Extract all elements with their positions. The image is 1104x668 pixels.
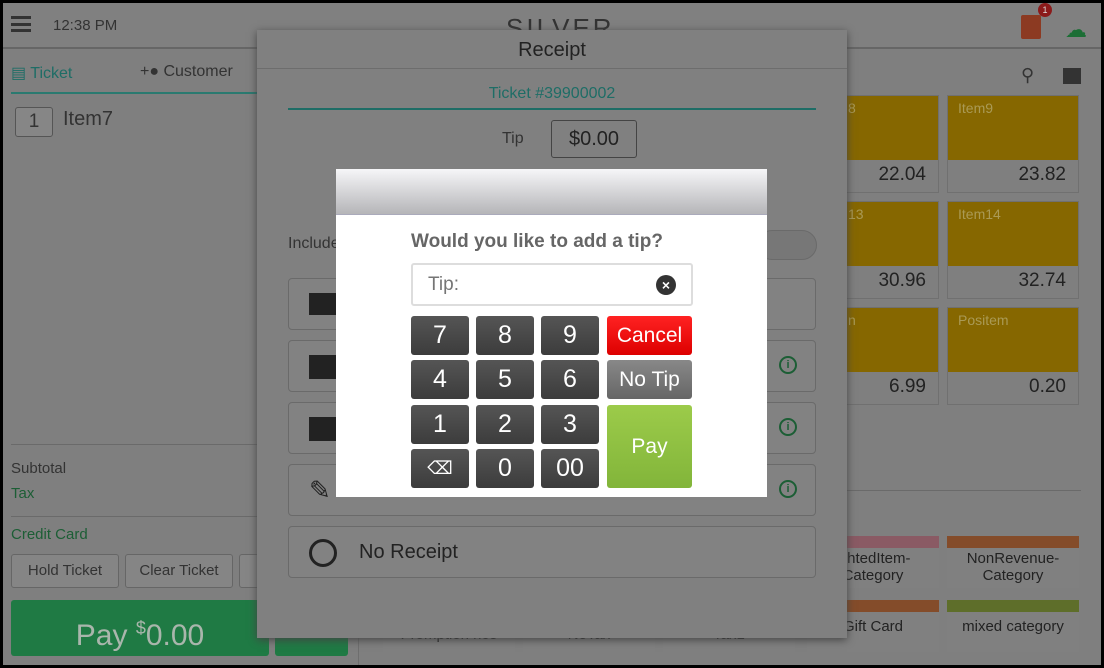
include-label: Include bbox=[288, 235, 340, 252]
no-receipt-label: No Receipt bbox=[359, 541, 458, 563]
category-name: mixed category bbox=[962, 618, 1064, 635]
no-tip-button[interactable]: No Tip bbox=[607, 360, 692, 399]
clear-ticket-button[interactable]: Clear Ticket bbox=[125, 554, 233, 588]
tip-input[interactable] bbox=[411, 263, 693, 306]
tab-label: Ticket bbox=[30, 65, 73, 82]
key-00[interactable]: 00 bbox=[541, 449, 599, 488]
key-5[interactable]: 5 bbox=[476, 360, 534, 399]
key-8[interactable]: 8 bbox=[476, 316, 534, 355]
key-0[interactable]: 0 bbox=[476, 449, 534, 488]
menu-icon[interactable] bbox=[11, 16, 31, 32]
tax-label: Tax bbox=[11, 485, 35, 502]
tip-dialog: Would you like to add a tip? × 7 8 9 Can… bbox=[336, 169, 767, 497]
product-price: 23.82 bbox=[1018, 164, 1066, 185]
divider bbox=[257, 68, 847, 69]
ticket-icon: ▤ bbox=[11, 65, 27, 82]
dialog-header bbox=[336, 169, 767, 215]
payment-label: Credit Card bbox=[11, 526, 88, 543]
category-tile[interactable]: NonRevenue-Category bbox=[947, 536, 1079, 588]
divider bbox=[288, 108, 816, 110]
hold-ticket-button[interactable]: Hold Ticket bbox=[11, 554, 119, 588]
key-3[interactable]: 3 bbox=[541, 405, 599, 444]
category-name: NonRevenue-Category bbox=[966, 550, 1060, 584]
divider bbox=[11, 444, 261, 445]
product-price: 0.20 bbox=[1029, 376, 1066, 397]
product-tile[interactable]: Item14 32.74 bbox=[947, 201, 1079, 299]
product-name: Positem bbox=[948, 308, 1078, 372]
tab-underline bbox=[11, 92, 257, 94]
currency: $ bbox=[135, 618, 146, 638]
dialog-title: Receipt bbox=[518, 39, 586, 61]
cancel-button[interactable]: Cancel bbox=[607, 316, 692, 355]
receipt-icon[interactable] bbox=[1021, 15, 1041, 39]
tab-customer[interactable]: +● Customer bbox=[140, 63, 233, 81]
no-receipt-option[interactable]: No Receipt bbox=[288, 526, 816, 578]
item-qty[interactable]: 1 bbox=[15, 107, 53, 137]
product-price: 32.74 bbox=[1018, 270, 1066, 291]
subtotal-label: Subtotal bbox=[11, 460, 67, 477]
clock: 12:38 PM bbox=[53, 17, 118, 34]
key-2[interactable]: 2 bbox=[476, 405, 534, 444]
product-name: Item14 bbox=[948, 202, 1078, 266]
pay-button[interactable]: Pay $0.00 bbox=[11, 600, 269, 656]
tip-value[interactable]: $0.00 bbox=[551, 120, 637, 158]
product-tile[interactable]: Positem 0.20 bbox=[947, 307, 1079, 405]
search-icon[interactable]: ⚲ bbox=[1021, 65, 1034, 86]
divider bbox=[11, 516, 261, 517]
printer-icon bbox=[309, 355, 337, 379]
tab-label: Customer bbox=[163, 63, 233, 80]
key-6[interactable]: 6 bbox=[541, 360, 599, 399]
info-icon[interactable]: i bbox=[779, 480, 797, 498]
item-name[interactable]: Item7 bbox=[63, 108, 113, 131]
key-9[interactable]: 9 bbox=[541, 316, 599, 355]
pay-label: Pay bbox=[75, 619, 128, 652]
pencil-icon: ✎ bbox=[309, 475, 331, 505]
notification-badge: 1 bbox=[1038, 3, 1052, 17]
ticket-number: Ticket #39900002 bbox=[488, 85, 616, 102]
info-icon[interactable]: i bbox=[779, 418, 797, 436]
product-name: Item9 bbox=[948, 96, 1078, 160]
cloud-icon[interactable]: ☁ bbox=[1065, 17, 1087, 43]
tip-question: Would you like to add a tip? bbox=[411, 231, 663, 252]
tab-ticket[interactable]: ▤ Ticket bbox=[11, 63, 72, 83]
pay-amount: 0.00 bbox=[145, 619, 205, 652]
info-icon[interactable]: i bbox=[779, 356, 797, 374]
key-1[interactable]: 1 bbox=[411, 405, 469, 444]
add-person-icon: +● bbox=[140, 63, 160, 80]
barcode-icon[interactable] bbox=[1063, 68, 1081, 84]
backspace-key[interactable]: ⌫ bbox=[411, 449, 469, 488]
no-icon bbox=[309, 539, 337, 567]
pos-screen: 12:38 PM SILVER 1 ☁ ▤ Ticket +● Customer… bbox=[3, 3, 1101, 665]
email-icon bbox=[309, 293, 339, 315]
clear-icon[interactable]: × bbox=[656, 275, 676, 295]
product-tile[interactable]: Item9 23.82 bbox=[947, 95, 1079, 193]
tip-label: Tip bbox=[502, 130, 524, 147]
printer-icon bbox=[309, 417, 337, 441]
category-tile[interactable]: mixed category bbox=[947, 600, 1079, 652]
backspace-icon: ⌫ bbox=[427, 458, 453, 478]
pay-tip-button[interactable]: Pay bbox=[607, 405, 692, 488]
key-7[interactable]: 7 bbox=[411, 316, 469, 355]
key-4[interactable]: 4 bbox=[411, 360, 469, 399]
